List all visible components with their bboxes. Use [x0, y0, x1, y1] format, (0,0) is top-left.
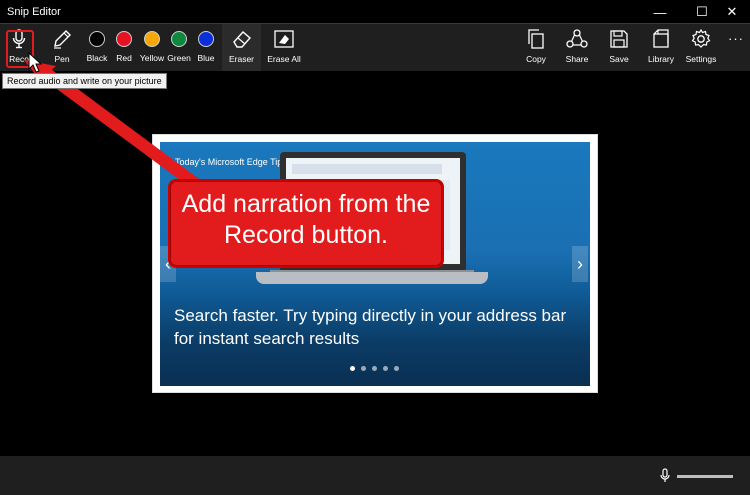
audio-level-slider[interactable]	[677, 475, 733, 478]
status-bar	[0, 456, 750, 495]
cursor-icon	[28, 52, 42, 73]
record-tooltip: Record audio and write on your picture	[2, 73, 167, 89]
microphone-icon[interactable]	[660, 468, 670, 489]
narration-callout: Add narration from the Record button.	[168, 179, 444, 268]
